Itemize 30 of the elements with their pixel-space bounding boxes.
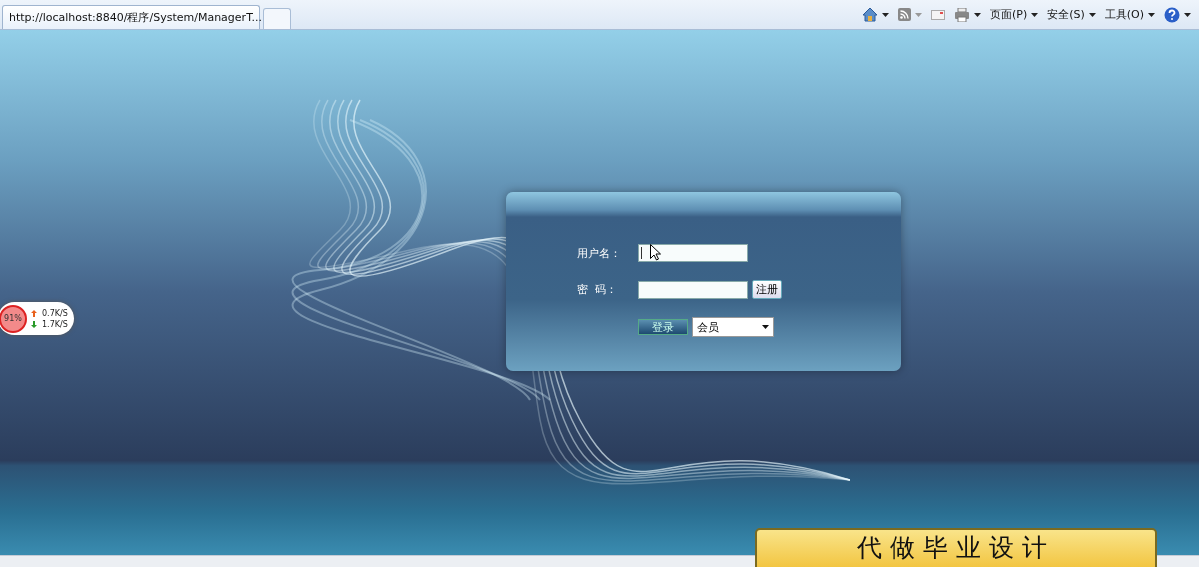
caret-icon[interactable] [1031, 12, 1039, 17]
download-arrow-icon [31, 320, 37, 328]
upload-arrow-icon [31, 309, 37, 317]
register-button[interactable]: 注册 [752, 280, 782, 299]
home-icon[interactable] [861, 7, 878, 22]
download-speed: 1.7K/S [42, 319, 68, 329]
dropdown-caret-icon[interactable] [762, 325, 769, 329]
role-select[interactable]: 会员 [692, 317, 774, 337]
caret-icon[interactable] [973, 12, 981, 17]
usage-percent: 91% [0, 304, 27, 333]
mail-icon[interactable] [930, 9, 945, 20]
password-field[interactable] [638, 280, 748, 299]
username-label: 用户名： [577, 245, 622, 261]
menu-item[interactable]: 页面(P) [989, 7, 1028, 22]
ad-banner[interactable]: 代做毕业设计 [755, 528, 1157, 567]
caret-icon[interactable] [1088, 12, 1096, 17]
caret-icon[interactable] [1148, 12, 1155, 17]
menu-item[interactable]: 安全(S) [1047, 7, 1085, 22]
caret-icon[interactable] [1184, 12, 1191, 17]
upload-speed: 0.7K/S [42, 308, 68, 318]
username-field[interactable] [638, 244, 748, 262]
login-button[interactable]: 登录 [638, 319, 688, 335]
printer-icon[interactable] [953, 7, 970, 22]
feed-icon[interactable] [897, 8, 911, 21]
password-label: 密 码： [577, 282, 618, 297]
mouse-cursor-icon [650, 244, 661, 261]
caret-icon[interactable] [881, 12, 889, 17]
help-icon[interactable] [1164, 6, 1180, 23]
menu-item[interactable]: 工具(O) [1104, 7, 1144, 22]
browser-tab[interactable]: http://localhost:8840/程序/System/ManagerT... [2, 5, 260, 29]
